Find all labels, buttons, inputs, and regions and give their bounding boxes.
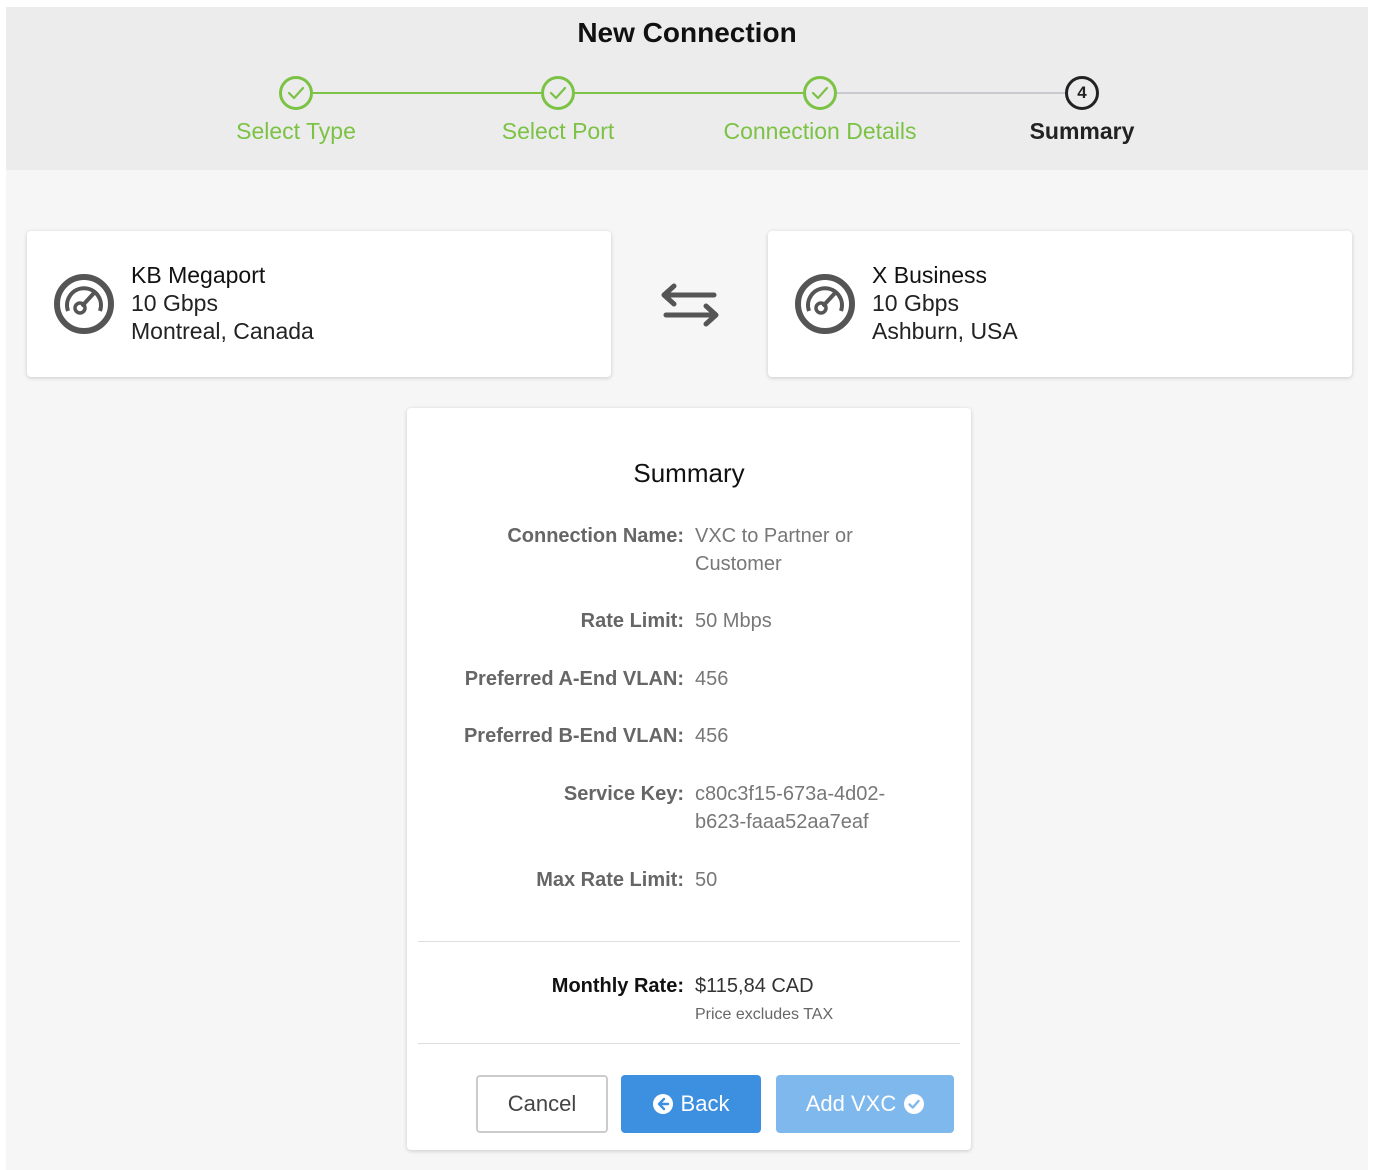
tax-note: Price excludes TAX — [695, 1006, 834, 1023]
field-value: 50 — [695, 869, 718, 891]
field-label: Preferred B-End VLAN: — [463, 725, 684, 747]
port-name: KB Megaport — [131, 262, 266, 288]
connection-name-line-2: Customer — [695, 553, 782, 575]
b-end-port-card: X Business 10 Gbps Ashburn, USA — [768, 231, 1352, 377]
field-label: Max Rate Limit: — [536, 869, 684, 891]
connection-name-line-1: VXC to Partner or — [695, 525, 853, 547]
step-connection-details[interactable]: Connection Details — [690, 76, 950, 145]
step-label: Summary — [1029, 118, 1135, 144]
monthly-rate-value: $115,84 CAD — [695, 975, 814, 997]
step-label: Select Type — [236, 118, 356, 144]
field-label: Service Key: — [563, 783, 684, 805]
port-speed: 10 Gbps — [872, 290, 959, 316]
step-number: 4 — [1065, 76, 1099, 110]
service-key-line-1: c80c3f15-673a-4d02- — [695, 783, 886, 805]
field-value: c80c3f15-673a-4d02- b623-faaa52aa7eaf — [695, 780, 925, 836]
check-icon — [279, 76, 313, 110]
add-vxc-button-label: Add VXC — [805, 1091, 897, 1116]
back-button-label: Back — [680, 1091, 730, 1116]
cancel-button[interactable]: Cancel — [476, 1075, 608, 1133]
field-value: 456 — [695, 725, 729, 747]
port-location: Ashburn, USA — [872, 318, 1018, 344]
port-location: Montreal, Canada — [131, 318, 314, 344]
port-info: KB Megaport 10 Gbps Montreal, Canada — [131, 261, 314, 345]
page-title: New Connection — [577, 17, 797, 48]
field-value: VXC to Partner or Customer — [695, 522, 925, 578]
check-circle-icon — [904, 1094, 925, 1114]
check-icon — [541, 76, 575, 110]
divider — [418, 1043, 960, 1044]
step-label: Select Port — [501, 118, 615, 144]
step-label: Connection Details — [723, 118, 917, 144]
check-icon — [803, 76, 837, 110]
cancel-button-label: Cancel — [507, 1091, 577, 1116]
step-select-type[interactable]: Select Type — [166, 76, 426, 145]
field-label: Rate Limit: — [580, 610, 684, 632]
port-name: X Business — [872, 262, 988, 288]
field-label: Connection Name: — [507, 525, 684, 547]
step-select-port[interactable]: Select Port — [428, 76, 688, 145]
service-key-line-2: b623-faaa52aa7eaf — [695, 811, 869, 833]
arrow-left-circle-icon — [652, 1094, 673, 1114]
divider — [418, 941, 960, 942]
back-button[interactable]: Back — [621, 1075, 761, 1133]
field-label: Preferred A-End VLAN: — [464, 668, 684, 690]
header: New Connection Select Type Select Port C… — [6, 7, 1368, 170]
add-vxc-button[interactable]: Add VXC — [776, 1075, 954, 1133]
app-window: New Connection Select Type Select Port C… — [6, 7, 1368, 1170]
a-end-port-card: KB Megaport 10 Gbps Montreal, Canada — [27, 231, 611, 377]
summary-card: Summary Connection Name: VXC to Partner … — [407, 408, 971, 1150]
summary-title: Summary — [633, 458, 745, 488]
port-info: X Business 10 Gbps Ashburn, USA — [872, 261, 1018, 345]
port-speed: 10 Gbps — [131, 290, 218, 316]
step-summary: 4 Summary — [952, 76, 1212, 145]
field-label: Monthly Rate: — [551, 975, 684, 997]
field-value: 456 — [695, 668, 729, 690]
field-value: 50 Mbps — [695, 610, 772, 632]
gauge-icon — [795, 274, 855, 334]
gauge-icon — [54, 274, 114, 334]
swap-arrows-icon — [661, 283, 719, 327]
